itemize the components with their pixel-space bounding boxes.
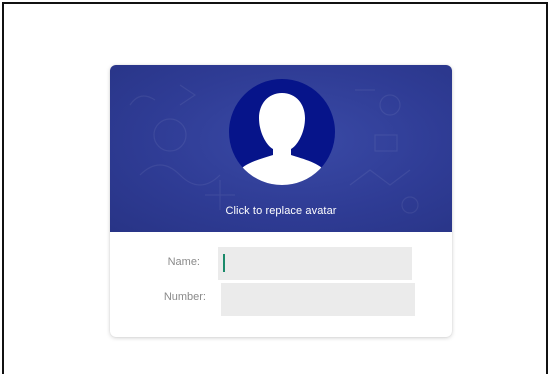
name-label: Name:	[167, 256, 200, 268]
window-frame: Click to replace avatar Name: Number:	[2, 2, 548, 374]
number-label: Number:	[163, 291, 206, 303]
replace-avatar-caption[interactable]: Click to replace avatar	[110, 205, 452, 217]
avatar-header: Click to replace avatar	[110, 65, 452, 232]
person-silhouette-icon	[236, 93, 328, 185]
text-caret	[223, 254, 225, 272]
number-field[interactable]	[221, 283, 415, 316]
name-field[interactable]	[218, 247, 412, 280]
profile-card: Click to replace avatar Name: Number:	[110, 65, 452, 337]
profile-form: Name: Number:	[110, 232, 452, 337]
avatar-button[interactable]	[229, 79, 335, 185]
